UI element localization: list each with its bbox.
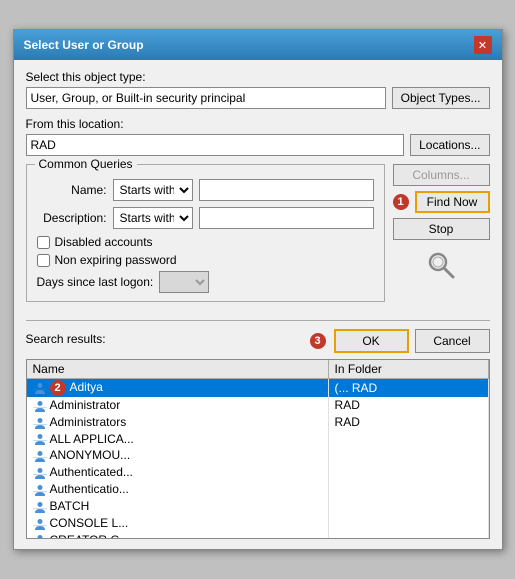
folder-cell — [328, 447, 488, 464]
close-button[interactable]: ✕ — [474, 36, 492, 54]
results-area: Search results: 3 OK Cancel Name In Fold… — [26, 329, 490, 539]
object-type-input[interactable] — [26, 87, 386, 109]
search-results-label: Search results: — [26, 332, 304, 346]
name-value: Authenticatio... — [50, 482, 129, 496]
object-type-label: Select this object type: — [26, 70, 490, 84]
name-cell: Administrators — [27, 414, 329, 431]
non-expiring-row: Non expiring password — [37, 253, 374, 267]
right-buttons: Columns... 1 Find Now Stop — [393, 164, 490, 312]
table-row[interactable]: ALL APPLICA... — [27, 431, 489, 448]
days-label: Days since last logon: — [37, 275, 154, 289]
object-type-row: Object Types... — [26, 87, 490, 109]
locations-button[interactable]: Locations... — [410, 134, 489, 156]
location-input[interactable] — [26, 134, 405, 156]
left-content: Common Queries Name: Starts with De — [26, 164, 385, 312]
name-value: Administrators — [50, 415, 127, 429]
find-now-row: 1 Find Now — [393, 191, 490, 213]
name-cell: BATCH — [27, 498, 329, 515]
results-table: Name In Folder 2 Aditya (... RAD Administr… — [27, 360, 489, 539]
table-row[interactable]: Administrator RAD — [27, 397, 489, 414]
location-label: From this location: — [26, 117, 490, 131]
non-expiring-checkbox[interactable] — [37, 254, 50, 267]
name-value: ANONYMOU... — [50, 448, 131, 462]
folder-cell: RAD — [328, 414, 488, 431]
ok-cancel-row: Search results: 3 OK Cancel — [26, 329, 490, 353]
common-queries-group: Common Queries Name: Starts with De — [26, 164, 385, 302]
name-row: Name: Starts with — [37, 179, 374, 201]
name-value: Authenticated... — [50, 465, 133, 479]
common-queries-tab[interactable]: Common Queries — [35, 157, 137, 171]
dialog-body: Select this object type: Object Types...… — [14, 60, 502, 549]
step3-badge: 3 — [310, 333, 326, 349]
name-value: CONSOLE L... — [50, 516, 129, 530]
days-row: Days since last logon: — [37, 271, 374, 293]
description-starts-with-select[interactable]: Starts with — [113, 207, 193, 229]
folder-cell — [328, 498, 488, 515]
name-value: Administrator — [50, 398, 121, 412]
object-types-button[interactable]: Object Types... — [392, 87, 490, 109]
folder-cell — [328, 481, 488, 498]
name-cell: Authenticatio... — [27, 481, 329, 498]
table-row[interactable]: BATCH — [27, 498, 489, 515]
select-user-dialog: Select User or Group ✕ Select this objec… — [13, 29, 503, 550]
folder-cell — [328, 515, 488, 532]
disabled-accounts-checkbox[interactable] — [37, 236, 50, 249]
non-expiring-label: Non expiring password — [55, 253, 177, 267]
folder-cell: RAD — [328, 397, 488, 414]
separator — [26, 320, 490, 321]
name-cell: CONSOLE L... — [27, 515, 329, 532]
dialog-title: Select User or Group — [24, 38, 144, 52]
results-table-container[interactable]: Name In Folder 2 Aditya (... RAD Administr… — [26, 359, 490, 539]
name-starts-with-select[interactable]: Starts with — [113, 179, 193, 201]
columns-button[interactable]: Columns... — [393, 164, 490, 186]
name-cell: 2 Aditya — [27, 379, 329, 398]
table-row[interactable]: CREATOR G... — [27, 532, 489, 539]
main-content-area: Common Queries Name: Starts with De — [26, 164, 490, 312]
title-bar: Select User or Group ✕ — [14, 30, 502, 60]
find-now-button[interactable]: Find Now — [415, 191, 490, 213]
name-cell: CREATOR G... — [27, 532, 329, 539]
name-cell: ALL APPLICA... — [27, 431, 329, 448]
table-row[interactable]: CONSOLE L... — [27, 515, 489, 532]
folder-cell — [328, 532, 488, 539]
folder-column-header: In Folder — [328, 360, 488, 379]
description-row: Description: Starts with — [37, 207, 374, 229]
name-value: CREATOR G... — [50, 533, 130, 539]
name-column-header: Name — [27, 360, 329, 379]
group-inner: Name: Starts with Description: Starts wi… — [37, 179, 374, 293]
name-input[interactable] — [199, 179, 374, 201]
name-cell: Authenticated... — [27, 464, 329, 481]
table-row[interactable]: ANONYMOU... — [27, 447, 489, 464]
days-select[interactable] — [159, 271, 209, 293]
table-row[interactable]: Authenticated... — [27, 464, 489, 481]
name-cell: Administrator — [27, 397, 329, 414]
folder-cell — [328, 464, 488, 481]
disabled-accounts-row: Disabled accounts — [37, 235, 374, 249]
description-label: Description: — [37, 211, 107, 225]
stop-button[interactable]: Stop — [393, 218, 490, 240]
disabled-accounts-label: Disabled accounts — [55, 235, 153, 249]
step2-badge: 2 — [50, 380, 66, 396]
name-value: BATCH — [50, 499, 90, 513]
location-row: Locations... — [26, 134, 490, 156]
folder-cell: (... RAD — [328, 379, 488, 398]
name-cell: ANONYMOU... — [27, 447, 329, 464]
name-value: Aditya — [70, 380, 103, 394]
search-icon-area — [393, 245, 490, 285]
name-value: ALL APPLICA... — [50, 432, 134, 446]
table-row[interactable]: 2 Aditya (... RAD — [27, 379, 489, 398]
table-row[interactable]: Authenticatio... — [27, 481, 489, 498]
folder-cell — [328, 431, 488, 448]
step1-badge: 1 — [393, 194, 409, 210]
description-input[interactable] — [199, 207, 374, 229]
search-icon — [425, 249, 457, 281]
name-label: Name: — [37, 183, 107, 197]
cancel-button[interactable]: Cancel — [415, 329, 490, 353]
ok-button[interactable]: OK — [334, 329, 409, 353]
table-row[interactable]: Administrators RAD — [27, 414, 489, 431]
